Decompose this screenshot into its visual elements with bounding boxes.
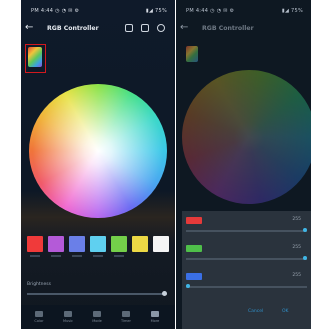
swatch-cyan[interactable]: [90, 236, 106, 252]
timer-icon[interactable]: [141, 24, 149, 32]
red-value: 255: [292, 217, 301, 222]
brightness-control: Brightness: [21, 282, 175, 296]
page-title: RGB Controller: [202, 25, 254, 32]
swatch-indicator: [93, 255, 103, 257]
status-left: PM 4:44 ◷ ◔ ✉ ⚙: [186, 8, 235, 14]
brightness-slider[interactable]: [27, 293, 167, 295]
swatch-indicator: [72, 255, 82, 257]
status-bar: PM 4:44 ◷ ◔ ✉ ⚙ ▮◢ 75%: [176, 0, 311, 20]
preset-thumbnail: [186, 46, 198, 62]
status-right: ▮◢ 75%: [281, 8, 303, 14]
right-screen: PM 4:44 ◷ ◔ ✉ ⚙ ▮◢ 75% ← RGB Controller …: [176, 0, 311, 329]
red-slider-knob[interactable]: [303, 228, 307, 232]
tab-label: Music: [63, 319, 73, 323]
blue-value: 255: [292, 273, 301, 278]
tab-more[interactable]: More: [143, 309, 167, 325]
swatch-row: [27, 236, 171, 257]
swatch-indicator: [30, 255, 40, 257]
preset-thumbnail[interactable]: [28, 47, 42, 67]
green-slider-knob[interactable]: [303, 256, 307, 260]
bottom-nav: Color Music Mode Timer More: [21, 305, 175, 329]
page-title: RGB Controller: [47, 25, 99, 32]
ok-button[interactable]: OK: [282, 309, 289, 314]
more-icon[interactable]: [157, 24, 165, 32]
green-slider[interactable]: [186, 258, 307, 260]
status-left: PM 4:44 ◷ ◔ ✉ ⚙: [31, 8, 80, 14]
blue-color-bar: [186, 273, 202, 280]
back-arrow-icon[interactable]: ←: [180, 23, 188, 33]
green-row: 255: [186, 245, 307, 265]
tab-timer[interactable]: Timer: [114, 309, 138, 325]
mode-icon: [93, 311, 101, 317]
music-icon: [64, 311, 72, 317]
red-color-bar: [186, 217, 202, 224]
blue-row: 255: [186, 273, 307, 293]
red-row: 255: [186, 217, 307, 237]
brightness-slider-knob[interactable]: [162, 291, 167, 296]
tab-mode[interactable]: Mode: [85, 309, 109, 325]
swatch-red[interactable]: [27, 236, 43, 252]
swatch-blue[interactable]: [69, 236, 85, 252]
color-wheel[interactable]: [29, 84, 167, 218]
tab-label: Color: [34, 319, 44, 323]
red-slider[interactable]: [186, 230, 307, 232]
swatch-indicator: [114, 255, 124, 257]
status-bar: PM 4:44 ◷ ◔ ✉ ⚙ ▮◢ 75%: [21, 0, 175, 20]
cancel-button[interactable]: Cancel: [248, 309, 263, 314]
green-color-bar: [186, 245, 202, 252]
clock-icon: [122, 311, 130, 317]
left-screen: PM 4:44 ◷ ◔ ✉ ⚙ ▮◢ 75% ← RGB Controller …: [21, 0, 175, 329]
grid-icon: [151, 311, 159, 317]
tab-label: Timer: [120, 319, 131, 323]
back-arrow-icon[interactable]: ←: [25, 23, 33, 33]
swatch-green[interactable]: [111, 236, 127, 252]
brightness-label: Brightness: [27, 282, 51, 287]
swatch-purple[interactable]: [48, 236, 64, 252]
palette-icon: [35, 311, 43, 317]
top-bar: ← RGB Controller: [176, 20, 311, 38]
tab-color[interactable]: Color: [27, 309, 51, 325]
color-wheel-dimmed: [182, 70, 311, 204]
tab-music[interactable]: Music: [56, 309, 80, 325]
mic-icon[interactable]: [125, 24, 133, 32]
blue-slider[interactable]: [186, 286, 307, 288]
swatch-indicator: [51, 255, 61, 257]
green-value: 255: [292, 245, 301, 250]
top-bar: ← RGB Controller: [21, 20, 175, 38]
tab-label: Mode: [92, 319, 102, 323]
status-right: ▮◢ 75%: [145, 8, 167, 14]
blue-slider-knob[interactable]: [186, 284, 190, 288]
swatch-yellow[interactable]: [132, 236, 148, 252]
swatch-white[interactable]: [153, 236, 169, 252]
dialog-actions: Cancel OK: [182, 307, 311, 321]
rgb-adjust-panel: 255 255 255 Cancel OK: [182, 211, 311, 329]
tab-label: More: [150, 319, 160, 323]
